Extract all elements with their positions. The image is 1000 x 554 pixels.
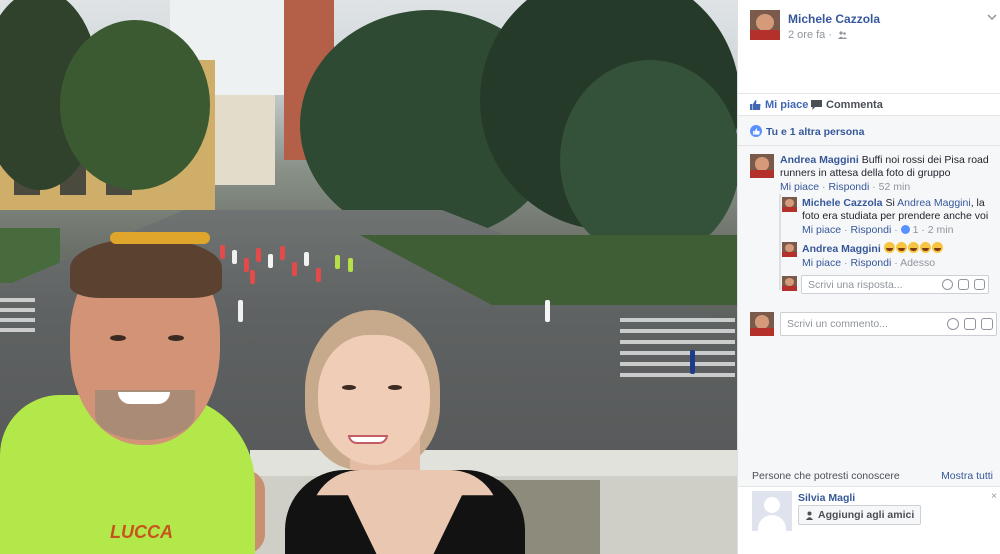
like-count-icon bbox=[900, 225, 910, 234]
post-author[interactable]: Michele Cazzola bbox=[788, 12, 880, 26]
laughing-emoji-icon bbox=[931, 242, 943, 253]
camera-icon[interactable] bbox=[958, 279, 969, 290]
my-avatar bbox=[750, 312, 774, 336]
sticker-icon[interactable] bbox=[981, 318, 993, 330]
like-button[interactable]: Mi piace bbox=[750, 99, 808, 111]
comment-icon bbox=[811, 100, 822, 110]
default-avatar-icon[interactable] bbox=[752, 491, 792, 531]
like-reaction-icon bbox=[750, 125, 762, 137]
reply-avatar[interactable] bbox=[782, 197, 797, 212]
reply-meta: Mi piace · Rispondi · Adesso bbox=[802, 257, 936, 269]
laughing-emoji-icon bbox=[895, 242, 907, 253]
reply-reply-link[interactable]: Rispondi bbox=[850, 224, 891, 236]
reply: Michele Cazzola Si Andrea Maggini, la fo… bbox=[802, 197, 997, 237]
close-icon[interactable]: × bbox=[991, 491, 997, 502]
emoji-laughing-row bbox=[883, 242, 944, 255]
suggestion-card: Silvia Magli × Aggiungi agli amici bbox=[738, 486, 1000, 554]
sunglasses bbox=[110, 232, 210, 244]
emoji-icon[interactable] bbox=[942, 279, 953, 290]
add-friend-button[interactable]: Aggiungi agli amici bbox=[798, 505, 922, 525]
friends-icon bbox=[838, 31, 848, 39]
reply-meta: Mi piace · Rispondi · 1 · 2 min bbox=[802, 224, 954, 236]
reply-avatar[interactable] bbox=[782, 242, 797, 257]
laughing-emoji-icon bbox=[907, 242, 919, 253]
people-you-may-know: Persone che potresti conoscere Mostra tu… bbox=[738, 462, 1000, 554]
reply-input-box[interactable] bbox=[801, 275, 989, 294]
reply-like-link[interactable]: Mi piace bbox=[802, 224, 841, 236]
post-header: Michele Cazzola 2 ore fa · bbox=[738, 0, 1000, 94]
laughing-emoji-icon bbox=[883, 242, 895, 253]
post-sidebar: Michele Cazzola 2 ore fa · Mi piace Comm bbox=[737, 0, 1000, 554]
comment-meta: Mi piace · Rispondi · 52 min bbox=[780, 181, 911, 193]
comment-author[interactable]: Andrea Maggini bbox=[780, 154, 859, 166]
comment-input-box[interactable] bbox=[780, 312, 997, 336]
author-avatar[interactable] bbox=[750, 10, 780, 40]
reply-reply-link[interactable]: Rispondi bbox=[850, 257, 891, 269]
shirt-logo: LUCCA bbox=[110, 522, 173, 542]
likes-text[interactable]: Tu e 1 altra persona bbox=[766, 126, 864, 138]
reply-like-link[interactable]: Mi piace bbox=[802, 257, 841, 269]
thumbs-up-icon bbox=[750, 100, 761, 110]
reply-time[interactable]: Adesso bbox=[900, 257, 935, 269]
reply-time[interactable]: 2 min bbox=[928, 224, 954, 236]
camera-icon[interactable] bbox=[964, 318, 976, 330]
comment-reply-link[interactable]: Rispondi bbox=[828, 181, 869, 193]
reply: Andrea Maggini Mi piace · Rispondi · Ade… bbox=[802, 242, 997, 270]
mention-link[interactable]: Andrea Maggini bbox=[897, 197, 971, 209]
reply-like-count[interactable]: 1 bbox=[913, 224, 919, 236]
my-avatar bbox=[782, 276, 797, 291]
commenter-avatar[interactable] bbox=[750, 154, 774, 178]
post-meta: 2 ore fa · bbox=[788, 29, 848, 41]
add-friend-icon bbox=[806, 511, 813, 520]
comment-like-link[interactable]: Mi piace bbox=[780, 181, 819, 193]
sticker-icon[interactable] bbox=[974, 279, 985, 290]
reply-thread-line bbox=[779, 194, 781, 290]
people-title: Persone che potresti conoscere bbox=[752, 470, 900, 482]
emoji-icon[interactable] bbox=[947, 318, 959, 330]
post-actions: Mi piace Commenta bbox=[738, 94, 1000, 116]
laughing-emoji-icon bbox=[919, 242, 931, 253]
likes-summary: Tu e 1 altra persona bbox=[738, 118, 1000, 146]
post-photo[interactable]: LUCCA bbox=[0, 0, 737, 554]
suggestion-name[interactable]: Silvia Magli bbox=[798, 492, 855, 504]
comment: Andrea Maggini Buffi noi rossi dei Pisa … bbox=[780, 154, 995, 194]
comment-button[interactable]: Commenta bbox=[811, 99, 883, 111]
post-time[interactable]: 2 ore fa bbox=[788, 29, 825, 41]
woman-face bbox=[318, 335, 430, 465]
chevron-down-icon[interactable] bbox=[987, 12, 997, 22]
reply-author[interactable]: Andrea Maggini bbox=[802, 243, 881, 255]
reply-author[interactable]: Michele Cazzola bbox=[802, 197, 883, 209]
see-all-link[interactable]: Mostra tutti bbox=[941, 470, 993, 482]
comment-time[interactable]: 52 min bbox=[879, 181, 911, 193]
